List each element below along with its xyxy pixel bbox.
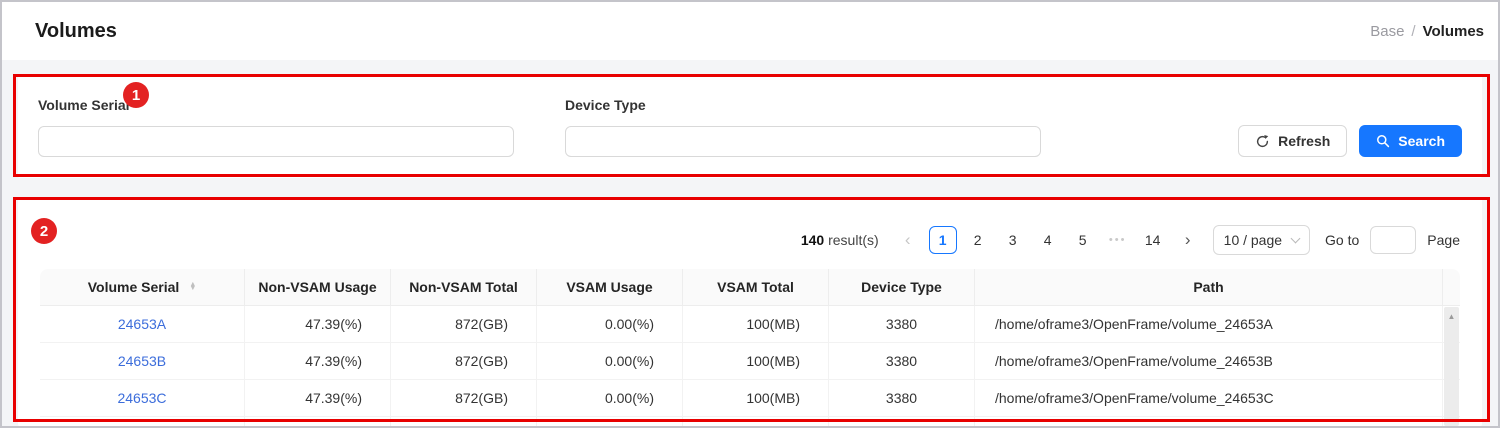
pagination-page-5[interactable]: 5 [1069, 226, 1097, 254]
pagination-page-last[interactable]: 14 [1139, 226, 1167, 254]
result-count: 140 result(s) [801, 232, 879, 248]
result-count-number: 140 [801, 232, 824, 248]
refresh-button-label: Refresh [1278, 133, 1330, 149]
column-header-device-type: Device Type [829, 269, 975, 306]
scroll-up-icon[interactable]: ▲ [1444, 307, 1459, 321]
pagination-page-1[interactable]: 1 [929, 226, 957, 254]
column-header-vsam-usage: VSAM Usage [537, 269, 683, 306]
breadcrumb-current: Volumes [1423, 23, 1484, 40]
volume-serial-link[interactable]: 24653C [117, 390, 166, 406]
pagination-page-3[interactable]: 3 [999, 226, 1027, 254]
search-icon [1376, 134, 1390, 148]
sort-desc-icon: ▼ [189, 287, 196, 291]
device-type-cell: 3380 [829, 306, 975, 343]
column-header-vsam-total: VSAM Total [683, 269, 829, 306]
table-header-row: Volume Serial ▲ ▼ Non-VSAM Usage Non-VSA… [40, 269, 1460, 306]
non-vsam-usage-cell: 47.39(%) [245, 380, 391, 417]
goto-label: Go to [1325, 232, 1359, 248]
column-header-path: Path [975, 269, 1443, 306]
pagination-page-2[interactable]: 2 [964, 226, 992, 254]
device-type-field-group: Device Type [565, 97, 1041, 157]
pagination-next-button[interactable]: › [1174, 226, 1202, 254]
column-header-non-vsam-total: Non-VSAM Total [391, 269, 537, 306]
vsam-total-cell: 100(MB) [683, 380, 829, 417]
table-row: 24653B 47.39(%) 872(GB) 0.00(%) 100(MB) … [40, 343, 1460, 380]
vsam-total-cell: 100(MB) [683, 306, 829, 343]
results-panel: 140 result(s) ‹ 1 2 3 4 5 ••• 14 › 10 / … [18, 197, 1482, 426]
path-cell: /home/oframe3/OpenFrame/volume_24653A [975, 306, 1443, 343]
top-bar: Volumes Base / Volumes [2, 2, 1498, 60]
table-scrollbar[interactable]: ▲ [1444, 307, 1459, 426]
breadcrumb-parent[interactable]: Base [1370, 23, 1404, 40]
path-cell: /home/oframe3/OpenFrame/volume_24653B [975, 343, 1443, 380]
volumes-page: Volumes Base / Volumes Volume Serial Dev… [0, 0, 1500, 428]
search-button[interactable]: Search [1359, 125, 1462, 157]
page-title: Volumes [35, 20, 117, 43]
volume-serial-field-group: Volume Serial [38, 97, 514, 157]
filter-panel: Volume Serial Device Type Refresh [18, 76, 1482, 178]
content-area: Volume Serial Device Type Refresh [2, 60, 1498, 426]
non-vsam-total-cell: 872(GB) [391, 306, 537, 343]
device-type-cell: 3380 [829, 343, 975, 380]
device-type-input[interactable] [565, 126, 1041, 157]
pagination-ellipsis[interactable]: ••• [1104, 226, 1132, 254]
pagination-prev-button[interactable]: ‹ [894, 226, 922, 254]
page-size-value: 10 / page [1224, 232, 1282, 248]
section-gap [18, 178, 1482, 197]
pagination-bar: 140 result(s) ‹ 1 2 3 4 5 ••• 14 › 10 / … [40, 225, 1460, 255]
chevron-down-icon [1291, 233, 1301, 243]
breadcrumb-separator: / [1411, 23, 1415, 40]
vsam-usage-cell: 0.00(%) [537, 306, 683, 343]
device-type-cell: 3380 [829, 380, 975, 417]
non-vsam-usage-cell: 47.39(%) [245, 343, 391, 380]
non-vsam-total-cell: 872(GB) [391, 380, 537, 417]
vsam-usage-cell: 0.00(%) [537, 343, 683, 380]
result-count-suffix: result(s) [824, 232, 878, 248]
vsam-total-cell: 100(MB) [683, 343, 829, 380]
path-cell: /home/oframe3/OpenFrame/volume_24653C [975, 380, 1443, 417]
non-vsam-usage-cell: 47.39(%) [245, 306, 391, 343]
vsam-usage-cell: 0.00(%) [537, 380, 683, 417]
page-size-select[interactable]: 10 / page [1213, 225, 1310, 255]
breadcrumb: Base / Volumes [1370, 23, 1484, 40]
volume-serial-link[interactable]: 24653A [118, 316, 166, 332]
search-button-label: Search [1398, 133, 1445, 149]
filter-actions: Refresh Search [1238, 125, 1462, 157]
column-header-volume-serial: Volume Serial ▲ ▼ [40, 269, 245, 306]
column-header-scrollbar-spacer [1443, 269, 1460, 306]
refresh-icon [1255, 134, 1270, 149]
volume-serial-input[interactable] [38, 126, 514, 157]
table-row: 24653A 47.39(%) 872(GB) 0.00(%) 100(MB) … [40, 306, 1460, 343]
table-row-partial [40, 417, 1460, 426]
volumes-table-wrap: Volume Serial ▲ ▼ Non-VSAM Usage Non-VSA… [40, 269, 1460, 426]
volume-serial-link[interactable]: 24653B [118, 353, 166, 369]
goto-page-input[interactable] [1370, 226, 1416, 254]
volume-serial-label: Volume Serial [38, 97, 514, 113]
column-header-non-vsam-usage: Non-VSAM Usage [245, 269, 391, 306]
non-vsam-total-cell: 872(GB) [391, 343, 537, 380]
column-header-volume-serial-label: Volume Serial [88, 279, 180, 295]
volumes-table: Volume Serial ▲ ▼ Non-VSAM Usage Non-VSA… [40, 269, 1460, 426]
page-label: Page [1427, 232, 1460, 248]
pagination-page-4[interactable]: 4 [1034, 226, 1062, 254]
device-type-label: Device Type [565, 97, 1041, 113]
table-row: 24653C 47.39(%) 872(GB) 0.00(%) 100(MB) … [40, 380, 1460, 417]
refresh-button[interactable]: Refresh [1238, 125, 1347, 157]
sort-icon[interactable]: ▲ ▼ [189, 283, 196, 291]
